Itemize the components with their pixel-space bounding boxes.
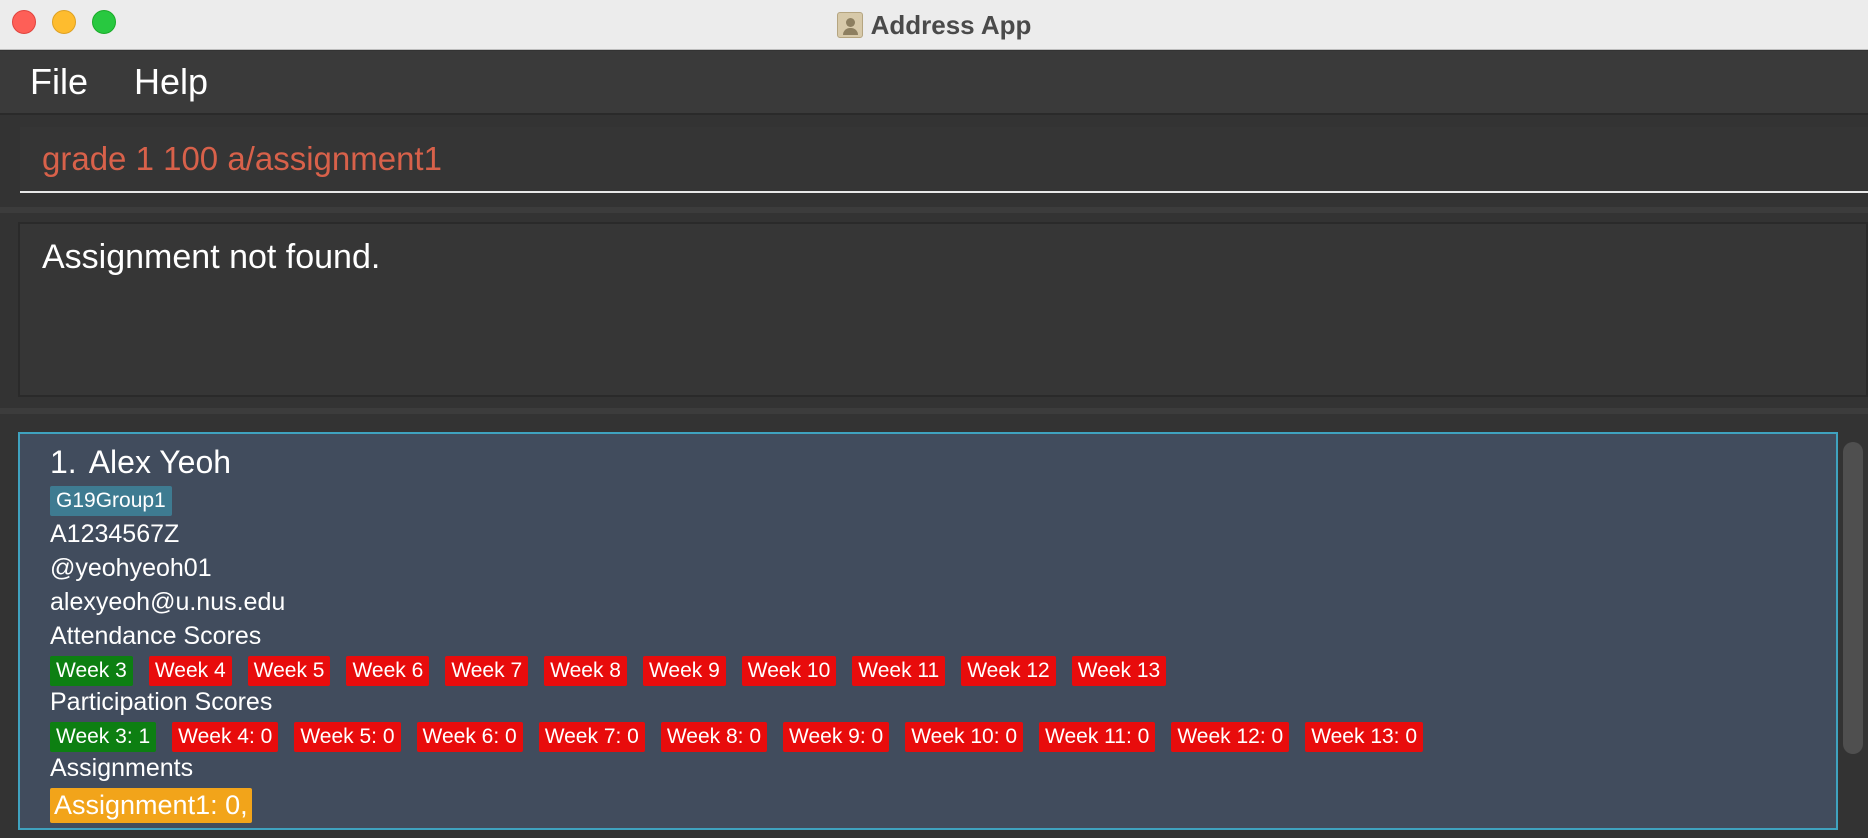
result-message: Assignment not found. [42,238,381,276]
participation-badge-4: Week 6: 0 [416,722,523,752]
participation-badge-2: Week 4: 0 [172,722,279,752]
command-input[interactable] [20,127,1868,193]
window-title: Address App [870,9,1032,40]
email-address: alexyeoh@u.nus.edu [50,588,286,616]
attendance-badge-10: Week 12 [961,656,1056,686]
matric-number: A1234567Z [50,520,180,548]
telegram-handle: @yeohyeoh01 [50,554,212,582]
person-name-row: 1. Alex Yeoh [50,444,231,481]
assignment-badge: Assignment1: 0, [50,788,252,823]
person-list: 1. Alex Yeoh G19Group1 A1234567Z @yeohyeo… [0,414,1868,838]
participation-badge-5: Week 7: 0 [538,722,645,752]
attendance-badge-1: Week 3 [50,656,133,686]
assignments-heading: Assignments [50,754,194,782]
address-book-icon [836,12,863,38]
attendance-badge-9: Week 11 [852,656,946,686]
attendance-badge-6: Week 8 [544,656,627,686]
person-card[interactable]: 1. Alex Yeoh G19Group1 A1234567Z @yeohyeo… [18,432,1838,830]
person-index: 1. [50,444,77,480]
title-wrap: Address App [0,0,1868,50]
participation-badge-9: Week 11: 0 [1039,722,1156,752]
menu-help[interactable]: Help [134,61,208,103]
attendance-badge-11: Week 13 [1071,656,1167,686]
attendance-badge-7: Week 9 [642,656,726,686]
participation-badge-11: Week 13: 0 [1305,722,1424,752]
participation-heading: Participation Scores [50,688,273,716]
divider [0,207,1868,213]
scrollbar-thumb[interactable] [1843,442,1863,754]
person-name: Alex Yeoh [88,444,232,480]
menu-file[interactable]: File [30,61,88,103]
title-bar: Address App [0,0,1868,50]
menu-bar: File Help [0,51,1868,115]
participation-badge-3: Week 5: 0 [294,722,401,752]
participation-badge-1: Week 3: 1 [50,722,157,752]
command-area [0,117,1868,205]
attendance-heading: Attendance Scores [50,622,262,650]
attendance-badge-8: Week 10 [741,656,837,686]
participation-badge-8: Week 10: 0 [905,722,1024,752]
attendance-badge-2: Week 4 [148,656,232,686]
participation-badge-10: Week 12: 0 [1171,722,1290,752]
participation-badge-6: Week 8: 0 [660,722,768,752]
attendance-badge-3: Week 5 [247,656,331,686]
result-display: Assignment not found. [18,222,1868,397]
participation-badge-7: Week 9: 0 [783,722,890,752]
attendance-badge-5: Week 7 [445,656,529,686]
group-tag: G19Group1 [50,486,172,516]
attendance-badge-4: Week 6 [346,656,430,686]
participation-badges: Week 3: 1 Week 4: 0 Week 5: 0 Week 6: 0 Week… [50,722,1424,752]
attendance-badges: Week 3 Week 4 Week 5 Week 6 Week 7 Week 8 Week… [50,656,1167,686]
app-window: Address App File Help Assignment not fou… [0,0,1868,838]
